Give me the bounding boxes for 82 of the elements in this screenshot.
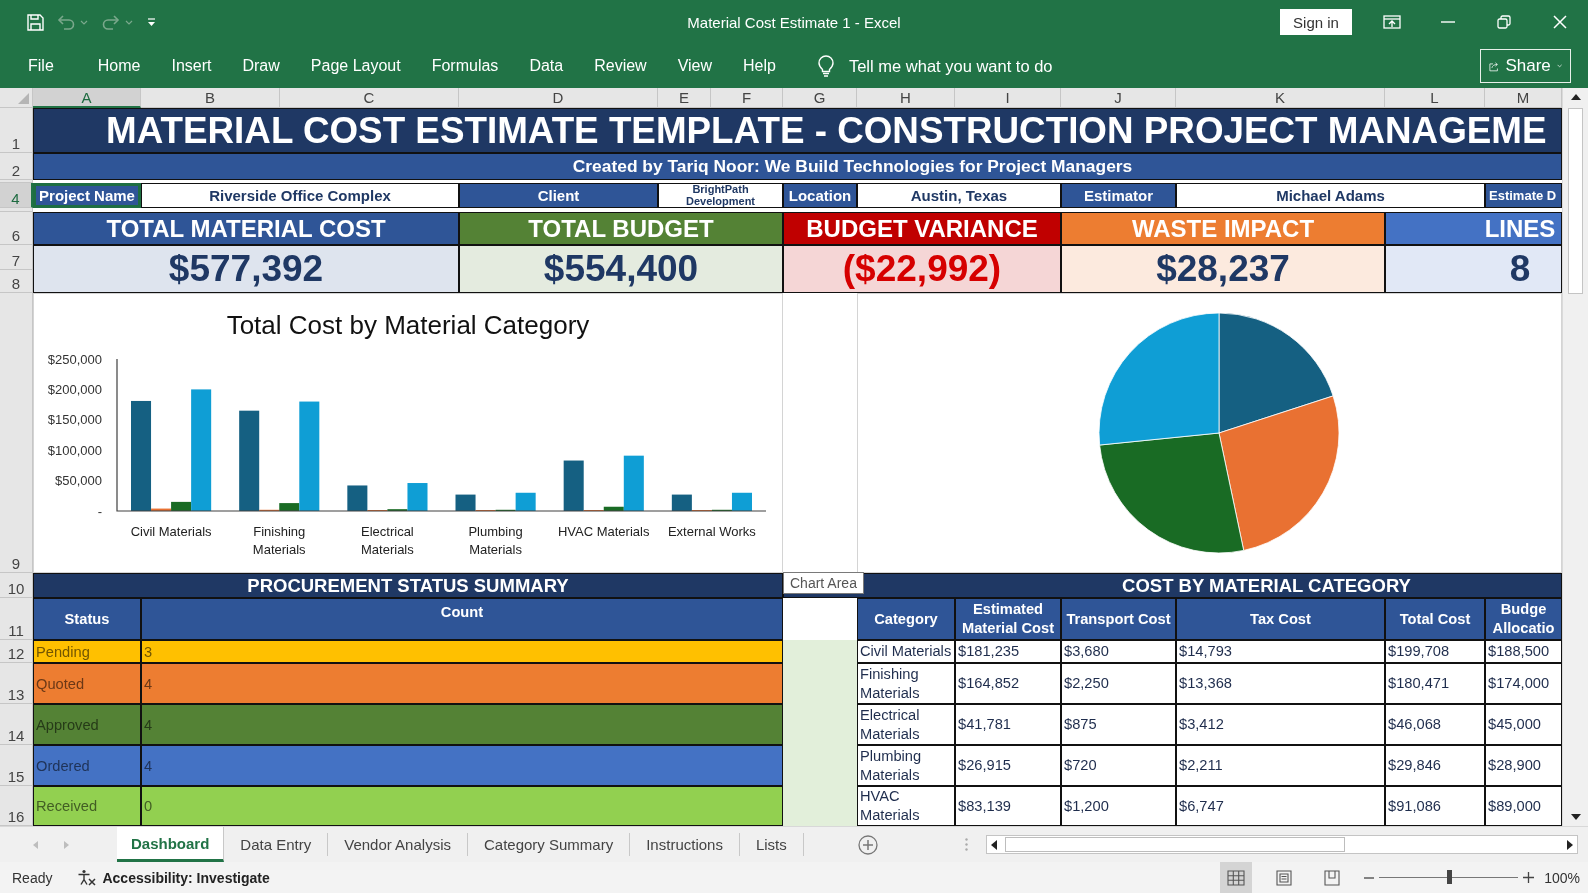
kpi-header: TOTAL BUDGET <box>459 212 783 245</box>
status-cell: Approved <box>33 704 141 745</box>
table-cell: HVAC Materials <box>857 786 955 826</box>
table-cell: $875 <box>1061 704 1176 745</box>
table-cell: $199,708 <box>1385 640 1485 663</box>
kpi-value: $554,400 <box>459 245 783 293</box>
kpi-header: LINES <box>1385 212 1562 245</box>
table-cell: 4 <box>141 704 783 745</box>
table-cell: $6,747 <box>1176 786 1385 826</box>
table-cell: $45,000 <box>1485 704 1562 745</box>
status-text: Ready <box>12 869 53 886</box>
table-cell: 3 <box>141 640 783 663</box>
status-cell: Pending <box>33 640 141 663</box>
table-cell: $41,781 <box>955 704 1061 745</box>
kpi-value: $28,237 <box>1061 245 1385 293</box>
status-cell: Received <box>33 786 141 826</box>
status-cell: Quoted <box>33 663 141 704</box>
table-cell: $89,000 <box>1485 786 1562 826</box>
category-label: Plumbing Materials <box>467 523 524 559</box>
axis-label: $100,000 <box>47 442 102 458</box>
table-header-cell: Budge Allocatio <box>1485 598 1562 640</box>
axis-label: - <box>97 503 102 519</box>
table-cell: $181,235 <box>955 640 1061 663</box>
chart-title: Total Cost by Material Category <box>226 310 590 340</box>
window-title: Material Cost Estimate 1 - Excel <box>687 13 901 31</box>
table-cell: $720 <box>1061 745 1176 786</box>
table-cell: $91,086 <box>1385 786 1485 826</box>
table-header-cell: Estimated Material Cost <box>955 598 1061 640</box>
axis-label: $250,000 <box>47 351 102 367</box>
table-cell: $2,250 <box>1061 663 1176 704</box>
table-header-cell: Count <box>141 598 783 640</box>
kpi-value: ($22,992) <box>783 245 1061 293</box>
table-cell: $83,139 <box>955 786 1061 826</box>
axis-label: $200,000 <box>47 381 102 397</box>
sheet-subtitle: Created by Tariq Noor: We Build Technologies for Project Managers <box>33 153 1562 180</box>
table-cell: $28,900 <box>1485 745 1562 786</box>
table-cell: $2,211 <box>1176 745 1385 786</box>
table-cell: $13,368 <box>1176 663 1385 704</box>
table-header-cell: Category <box>857 598 955 640</box>
table-cell: Finishing Materials <box>857 663 955 704</box>
kpi-header: BUDGET VARIANCE <box>783 212 1061 245</box>
zoom-level-text: 100% <box>1544 869 1580 886</box>
axis-label: $150,000 <box>47 412 102 428</box>
table-cell: $188,500 <box>1485 640 1562 663</box>
category-label: Civil Materials <box>129 523 213 541</box>
category-label: Electrical Materials <box>360 523 415 559</box>
category-label: External Works <box>666 523 757 541</box>
table-cell: $3,412 <box>1176 704 1385 745</box>
info-value: Riverside Office Complex <box>141 183 459 208</box>
category-label: HVAC Materials <box>556 523 651 541</box>
status-cell: Ordered <box>33 745 141 786</box>
table-cell: $29,846 <box>1385 745 1485 786</box>
table-cell: Plumbing Materials <box>857 745 955 786</box>
table-cell: $26,915 <box>955 745 1061 786</box>
kpi-header: TOTAL MATERIAL COST <box>33 212 459 245</box>
sheet-title: MATERIAL COST ESTIMATE TEMPLATE - CONSTRUCTION PROJECT MANAGEME <box>33 108 1562 153</box>
table-header-cell: Transport Cost <box>1061 598 1176 640</box>
table-cell: $14,793 <box>1176 640 1385 663</box>
table-cell: $164,852 <box>955 663 1061 704</box>
category-label: Finishing Materials <box>251 523 307 559</box>
table-cell: $180,471 <box>1385 663 1485 704</box>
info-value: Michael Adams <box>1176 183 1485 208</box>
table-cell: Civil Materials <box>857 640 955 663</box>
table-cell: $3,680 <box>1061 640 1176 663</box>
kpi-header: WASTE IMPACT <box>1061 212 1385 245</box>
axis-label: $50,000 <box>55 473 102 489</box>
table-cell: $1,200 <box>1061 786 1176 826</box>
table-cell: 4 <box>141 745 783 786</box>
section-title: PROCUREMENT STATUS SUMMARY <box>33 573 783 598</box>
table-cell: $46,068 <box>1385 704 1485 745</box>
table-cell: 4 <box>141 663 783 704</box>
table-cell: 0 <box>141 786 783 826</box>
table-header-cell: Tax Cost <box>1176 598 1385 640</box>
table-cell: Electrical Materials <box>857 704 955 745</box>
tooltip: Chart Area <box>783 572 864 594</box>
info-value: Austin, Texas <box>857 183 1061 208</box>
kpi-value: 8 <box>1385 245 1562 293</box>
table-header-cell: Total Cost <box>1385 598 1485 640</box>
info-value: BrightPath Development <box>658 183 783 208</box>
kpi-value: $577,392 <box>33 245 459 293</box>
table-cell: $174,000 <box>1485 663 1562 704</box>
table-header-cell: Status <box>33 598 141 640</box>
